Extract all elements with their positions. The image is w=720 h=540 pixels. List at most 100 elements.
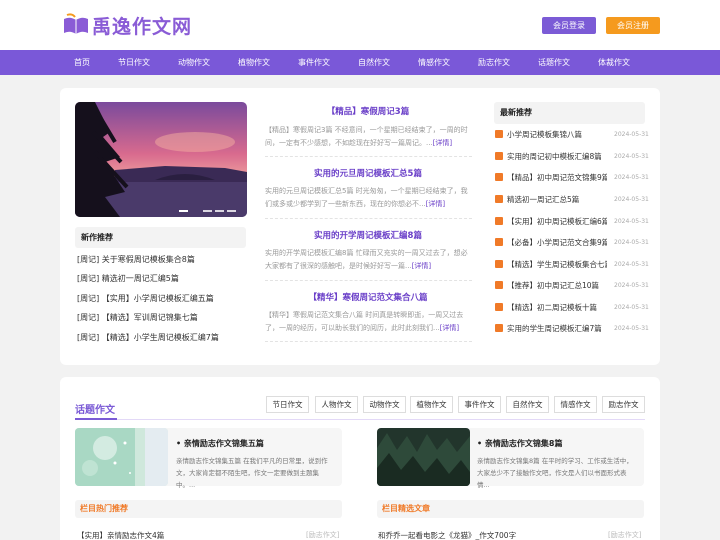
site-logo[interactable]: 禹逸作文网 [62, 12, 192, 38]
divider [265, 218, 472, 219]
carousel-dot[interactable] [215, 210, 224, 212]
latest-item[interactable]: 【精选】学生周记模板集合七篇 [507, 259, 607, 270]
feature-title[interactable]: • 亲情励志作文锦集8篇 [477, 438, 562, 449]
latest-item[interactable]: 【精选】初二周记模板十篇 [507, 302, 607, 313]
latest-date: 2024-05-31 [614, 131, 649, 138]
rank-badge [495, 217, 503, 225]
article-title[interactable]: 实用的元旦周记模板汇总5篇 [264, 167, 472, 179]
header-bar: 禹逸作文网 会员登录 会员注册 [0, 0, 720, 50]
title-underline [75, 418, 117, 420]
nav-festival[interactable]: 节日作文 [109, 50, 159, 75]
nav-home[interactable]: 首页 [57, 50, 107, 75]
latest-date: 2024-05-31 [614, 282, 649, 289]
nav-topic[interactable]: 话题作文 [529, 50, 579, 75]
topic-title: 话题作文 [75, 405, 115, 416]
carousel-dot[interactable] [227, 210, 236, 212]
list-item[interactable]: [周记] 【精选】小学生周记模板汇编7篇 [77, 332, 247, 343]
hot-item-category[interactable]: [励志作文] [306, 530, 339, 540]
article-summary: 实用的开学周记模板汇编8篇 忙碌而又充实的一周又过去了，想必大家都有了很深的感触… [265, 247, 472, 273]
article-more-link[interactable]: [详情] [412, 262, 431, 270]
article-summary: 实用的元旦周记模板汇总5篇 时光匆匆，一个星期已经结束了，我们或多或少都学到了一… [265, 185, 472, 211]
nav-nature[interactable]: 自然作文 [349, 50, 399, 75]
book-logo-icon [62, 13, 90, 37]
latest-date: 2024-05-31 [614, 153, 649, 160]
hot-column-title: 栏目热门推荐 [75, 500, 342, 518]
article-text: 实用的开学周记模板汇编8篇 忙碌而又充实的一周又过去了，想必大家都有了很深的感触… [265, 249, 468, 270]
latest-item[interactable]: 实用的学生周记模板汇编7篇 [507, 323, 607, 334]
article-summary: 【精品】寒假周记3篇 不经意间，一个星期已经结束了，一周的时间，一定有不少感想，… [265, 124, 472, 150]
latest-date: 2024-05-31 [614, 325, 649, 332]
rank-badge [495, 130, 503, 138]
pick-item-category[interactable]: [励志作文] [608, 530, 641, 540]
article-more-link[interactable]: [详情] [426, 200, 445, 208]
list-item[interactable]: [周记] 【实用】小学周记模板汇编五篇 [77, 293, 247, 304]
carousel-dot[interactable] [203, 210, 212, 212]
banner-image[interactable] [75, 102, 247, 217]
list-item[interactable]: [周记] 关于寒假周记模板集合8篇 [77, 254, 247, 265]
latest-title: 最新推荐 [494, 102, 645, 124]
latest-item[interactable]: 【必备】小学周记范文合集9篇 [507, 237, 607, 248]
tag-inspire[interactable]: 励志作文 [602, 396, 645, 413]
login-button[interactable]: 会员登录 [542, 17, 596, 34]
tag-festival[interactable]: 节日作文 [266, 396, 309, 413]
divider [75, 419, 645, 420]
article-text: 【精华】寒假周记范文集合八篇 时间真是转瞬即逝，一周又过去了，一周的经历，可以助… [265, 311, 464, 332]
feature-summary: 亲情励志作文锦集五篇 在我们平凡的日常里，说到作文，大家肯定都不陌生吧，作文一定… [176, 457, 328, 489]
nav-genre[interactable]: 体裁作文 [589, 50, 639, 75]
divider [265, 341, 472, 342]
divider [265, 156, 472, 157]
list-item[interactable]: [周记] 精选初一周记汇编5篇 [77, 273, 247, 284]
tag-people[interactable]: 人物作文 [315, 396, 358, 413]
article-title[interactable]: 【精品】寒假周记3篇 [264, 105, 472, 117]
article-more-link[interactable]: [详情] [433, 139, 452, 147]
tag-plant[interactable]: 植物作文 [410, 396, 453, 413]
nav-event[interactable]: 事件作文 [289, 50, 339, 75]
rank-badge [495, 238, 503, 246]
latest-item[interactable]: 【精品】初中周记范文锦集9篇 [507, 172, 607, 183]
article-title[interactable]: 【精华】寒假周记范文集合八篇 [264, 291, 472, 303]
rank-badge [495, 173, 503, 181]
list-item[interactable]: [周记] 【精选】军训周记锦集七篇 [77, 312, 247, 323]
feature-summary: 亲情励志作文锦集8篇 在平时的学习、工作或生活中，大家总少不了接触作文吧，作文是… [477, 457, 633, 489]
rank-badge [495, 324, 503, 332]
latest-item[interactable]: 精选初一周记汇总5篇 [507, 194, 607, 205]
tag-emotion[interactable]: 情感作文 [554, 396, 597, 413]
nav-plant[interactable]: 植物作文 [229, 50, 279, 75]
pick-column-title: 栏目精选文章 [377, 500, 644, 518]
nav-inspire[interactable]: 励志作文 [469, 50, 519, 75]
pick-item[interactable]: 和乔乔一起看电影之《龙猫》_作文700字 [378, 530, 516, 540]
latest-date: 2024-05-31 [614, 239, 649, 246]
hot-item[interactable]: 【实用】亲情励志作文4篇 [77, 530, 164, 540]
latest-item[interactable]: 实用的周记初中模板汇编8篇 [507, 151, 607, 162]
register-button[interactable]: 会员注册 [606, 17, 660, 34]
latest-date: 2024-05-31 [614, 261, 649, 268]
carousel-dot[interactable] [179, 210, 188, 212]
feature-image[interactable] [377, 428, 470, 486]
nav-animal[interactable]: 动物作文 [169, 50, 219, 75]
new-recommend-title: 新作推荐 [75, 227, 246, 248]
feature-title-text: 亲情励志作文锦集8篇 [484, 439, 563, 448]
latest-date: 2024-05-31 [614, 304, 649, 311]
rank-badge [495, 260, 503, 268]
rank-badge [495, 281, 503, 289]
tag-event[interactable]: 事件作文 [458, 396, 501, 413]
tag-nature[interactable]: 自然作文 [506, 396, 549, 413]
latest-item[interactable]: 【推荐】初中周记汇总10篇 [507, 280, 607, 291]
nav-emotion[interactable]: 情感作文 [409, 50, 459, 75]
latest-date: 2024-05-31 [614, 196, 649, 203]
article-title[interactable]: 实用的开学周记模板汇编8篇 [264, 229, 472, 241]
latest-item[interactable]: 【实用】初中周记模板汇编6篇 [507, 216, 607, 227]
latest-item[interactable]: 小学周记模板集锦八篇 [507, 129, 607, 140]
carousel-dots[interactable] [179, 210, 236, 212]
tag-animal[interactable]: 动物作文 [363, 396, 406, 413]
rank-badge [495, 195, 503, 203]
divider [265, 280, 472, 281]
rank-badge [495, 303, 503, 311]
latest-date: 2024-05-31 [614, 174, 649, 181]
site-name: 禹逸作文网 [92, 15, 193, 38]
article-more-link[interactable]: [详情] [440, 324, 459, 332]
article-summary: 【精华】寒假周记范文集合八篇 时间真是转瞬即逝，一周又过去了，一周的经历，可以助… [265, 309, 472, 335]
feature-title-text: 亲情励志作文锦集五篇 [183, 439, 264, 448]
feature-title[interactable]: • 亲情励志作文锦集五篇 [176, 438, 264, 449]
feature-image[interactable] [75, 428, 168, 486]
